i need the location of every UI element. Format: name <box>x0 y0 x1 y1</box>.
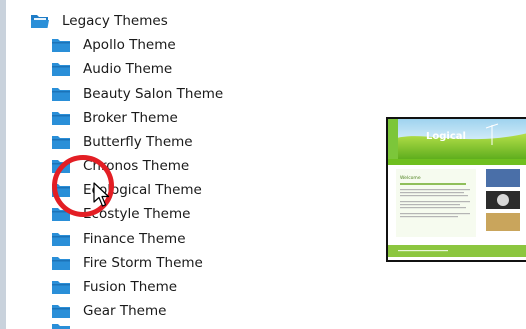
tree-item-ecostyle-theme[interactable]: Ecostyle Theme <box>51 203 190 225</box>
tree-item-label: Fusion Theme <box>83 279 178 295</box>
folder-icon <box>52 63 70 76</box>
folder-icon <box>52 305 70 318</box>
tree-node-label: Legacy Themes <box>62 13 168 29</box>
preview-logo-text: Logical <box>426 131 466 142</box>
tree-item-butterfly-theme[interactable]: Butterfly Theme <box>51 131 193 153</box>
tree-item-label: Fire Storm Theme <box>83 255 203 271</box>
folder-icon <box>52 39 70 52</box>
tree-item-fire-storm-theme[interactable]: Fire Storm Theme <box>51 252 203 274</box>
tree-item-beauty-salon-theme[interactable]: Beauty Salon Theme <box>51 83 223 105</box>
preview-image: Logical Welcome <box>388 119 526 260</box>
folder-icon <box>52 184 70 197</box>
tree-item-label: Broker Theme <box>83 110 178 126</box>
tree-item-ecological-theme[interactable]: Ecological Theme <box>51 179 202 201</box>
tree-item-label: Beauty Salon Theme <box>83 86 224 102</box>
tree-item-chronos-theme[interactable]: Chronos Theme <box>51 155 189 177</box>
folder-icon <box>52 324 70 329</box>
tree-item-label: Gear Theme <box>83 303 167 319</box>
tree-item-label: Finance Theme <box>83 231 186 247</box>
tree-item-label: Butterfly Theme <box>83 134 193 150</box>
tree-item-broker-theme[interactable]: Broker Theme <box>51 107 178 129</box>
theme-preview-thumbnail: Logical Welcome <box>386 117 526 262</box>
folder-icon <box>52 281 70 294</box>
theme-tree: Legacy Themes Apollo Theme Audio Theme B… <box>0 0 360 329</box>
preview-heading: Welcome <box>400 175 421 181</box>
tree-item-label: Apollo Theme <box>83 37 176 53</box>
folder-icon <box>52 112 70 125</box>
tree-item-fusion-theme[interactable]: Fusion Theme <box>51 276 177 298</box>
folder-icon <box>52 233 70 246</box>
tree-node-legacy-themes[interactable]: Legacy Themes <box>30 10 168 32</box>
folder-icon <box>52 257 70 270</box>
tree-item-finance-theme[interactable]: Finance Theme <box>51 228 186 250</box>
tree-item-label: Ecological Theme <box>83 182 202 198</box>
tree-item-label: Chronos Theme <box>83 158 190 174</box>
folder-icon <box>52 88 70 101</box>
open-folder-icon <box>31 15 49 28</box>
tree-item-gear-theme[interactable]: Gear Theme <box>51 300 166 322</box>
tree-item-audio-theme[interactable]: Audio Theme <box>51 58 172 80</box>
tree-item-partial[interactable] <box>51 322 71 329</box>
folder-icon <box>52 160 70 173</box>
tree-item-label: Audio Theme <box>83 61 173 77</box>
tree-item-apollo-theme[interactable]: Apollo Theme <box>51 34 176 56</box>
folder-icon <box>52 136 70 149</box>
folder-icon <box>52 208 70 221</box>
tree-item-label: Ecostyle Theme <box>83 206 191 222</box>
